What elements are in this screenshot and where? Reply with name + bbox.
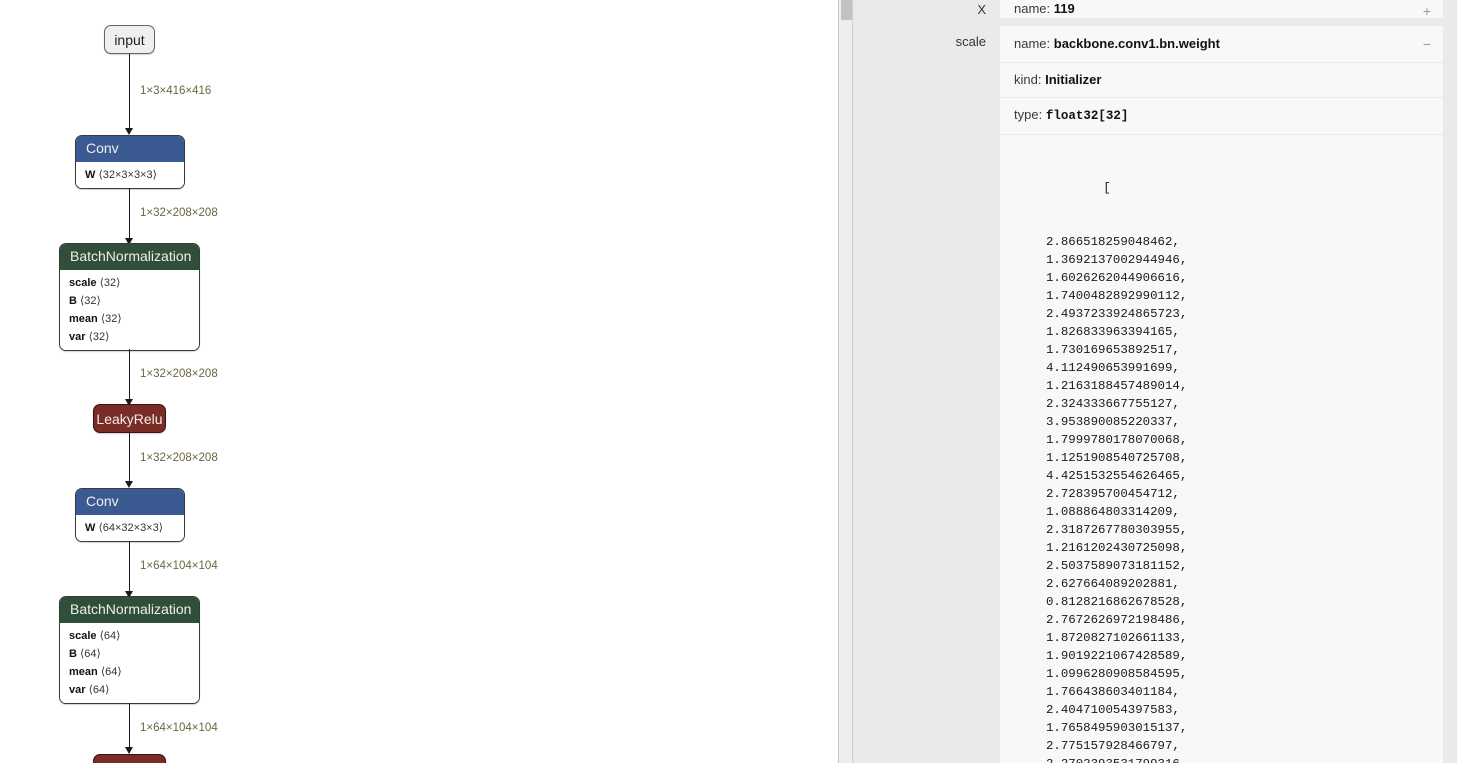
attr-name: W [85, 522, 96, 534]
attr-name: W [85, 169, 96, 181]
sidebar-content: X name: 119 + scale name: backbone.conv1… [854, 0, 1457, 763]
property-value: backbone.conv1.bn.weight [1053, 36, 1220, 51]
graph-edge-label: 1×32×208×208 [140, 368, 218, 380]
node-attr: mean ⟨64⟩ [60, 663, 199, 681]
property-row-type: type: float32[32] [1000, 98, 1443, 135]
node-attr: scale ⟨32⟩ [60, 274, 199, 292]
node-title: BatchNormalization [60, 244, 199, 270]
graph-node-batchnorm-2[interactable]: BatchNormalization scale ⟨64⟩ B ⟨64⟩ mea… [59, 596, 200, 704]
sidebar-scrollbar-thumb[interactable] [841, 0, 852, 20]
graph-edge-label: 1×32×208×208 [140, 207, 218, 219]
property-row-name: name: backbone.conv1.bn.weight − [1000, 26, 1443, 63]
node-attr: W ⟨32×3×3×3⟩ [76, 166, 184, 184]
property-key: type: [1014, 107, 1043, 122]
attr-name: scale [69, 630, 97, 642]
graph-edge-arrow [125, 481, 133, 488]
node-title: BatchNormalization [60, 597, 199, 623]
node-title: Conv [76, 489, 184, 515]
graph-edge-arrow [125, 747, 133, 754]
graph-canvas[interactable]: input 1×3×416×416 Conv W ⟨32×3×3×3⟩ 1×32… [0, 0, 838, 763]
property-value: Initializer [1045, 72, 1102, 87]
sidebar-scrollbar[interactable] [839, 0, 853, 763]
property-key: kind: [1014, 72, 1042, 87]
attr-name: B [69, 295, 77, 307]
node-attr: mean ⟨32⟩ [60, 310, 199, 328]
graph-edge-line [129, 541, 130, 598]
graph-edge-line [129, 188, 130, 245]
graph-edge-label: 1×32×208×208 [140, 452, 218, 464]
graph-node-leakyrelu-1[interactable]: LeakyRelu [93, 404, 166, 433]
property-key: name: [1014, 1, 1051, 16]
save-floppy-icon[interactable] [1414, 143, 1431, 160]
graph-edge-line [129, 433, 130, 485]
attr-dims: ⟨32×3×3×3⟩ [98, 169, 157, 181]
attr-name: scale [69, 277, 97, 289]
attr-name: var [69, 684, 86, 696]
property-value: float32[32] [1045, 109, 1129, 123]
graph-edge-label: 1×64×104×104 [140, 560, 218, 572]
property-row-name: name: 119 + [1000, 0, 1443, 18]
node-title: LeakyRelu [96, 410, 163, 427]
property-group-scale: scale name: backbone.conv1.bn.weight − k… [854, 26, 1457, 763]
node-attr: W ⟨64×32×3×3⟩ [76, 519, 184, 537]
property-row-kind: kind: Initializer [1000, 63, 1443, 98]
attr-dims: ⟨64⟩ [88, 684, 110, 696]
attr-dims: ⟨32⟩ [100, 313, 122, 325]
tensor-bracket-open: [ [1103, 181, 1111, 195]
attr-dims: ⟨64⟩ [100, 666, 122, 678]
property-value: 119 [1053, 1, 1075, 16]
attr-name: mean [69, 313, 98, 325]
attr-dims: ⟨32⟩ [99, 277, 121, 289]
attr-dims: ⟨64×32×3×3⟩ [98, 522, 164, 534]
node-attr: B ⟨64⟩ [60, 645, 199, 663]
graph-edge-line [129, 54, 130, 133]
attr-dims: ⟨32⟩ [88, 331, 110, 343]
graph-edge-label: 1×3×416×416 [140, 85, 212, 97]
property-group-label: X [977, 2, 986, 17]
attr-name: mean [69, 666, 98, 678]
node-attr: var ⟨64⟩ [60, 681, 199, 699]
attr-dims: ⟨32⟩ [80, 295, 101, 307]
expand-toggle-button[interactable]: + [1420, 4, 1434, 18]
property-key: name: [1014, 36, 1051, 51]
property-group-label: scale [955, 34, 986, 49]
graph-edge-line [129, 703, 130, 753]
tensor-value-block: [ 2.866518259048462, 1.3692137002944946,… [1000, 135, 1443, 763]
attr-name: var [69, 331, 86, 343]
graph-node-conv-2[interactable]: Conv W ⟨64×32×3×3⟩ [75, 488, 185, 542]
attr-name: B [69, 648, 77, 660]
graph-node-conv-1[interactable]: Conv W ⟨32×3×3×3⟩ [75, 135, 185, 189]
tensor-values: 2.866518259048462, 1.3692137002944946, 1… [1046, 235, 1188, 763]
graph-node-input[interactable]: input [104, 25, 155, 54]
graph-edge-arrow [125, 128, 133, 135]
graph-node-leakyrelu-2[interactable]: LeakyRelu [93, 754, 166, 763]
attr-dims: ⟨64⟩ [99, 630, 121, 642]
node-attr: var ⟨32⟩ [60, 328, 199, 346]
properties-sidebar: X name: 119 + scale name: backbone.conv1… [838, 0, 1457, 763]
property-group-x: X name: 119 + [854, 0, 1457, 18]
attr-dims: ⟨64⟩ [80, 648, 101, 660]
node-attr: B ⟨32⟩ [60, 292, 199, 310]
graph-node-batchnorm-1[interactable]: BatchNormalization scale ⟨32⟩ B ⟨32⟩ mea… [59, 243, 200, 351]
graph-edge-label: 1×64×104×104 [140, 722, 218, 734]
node-attr: scale ⟨64⟩ [60, 627, 199, 645]
collapse-toggle-button[interactable]: − [1420, 37, 1434, 51]
graph-edge-line [129, 349, 130, 406]
node-title: input [114, 31, 145, 48]
node-title: Conv [76, 136, 184, 162]
app-root: input 1×3×416×416 Conv W ⟨32×3×3×3⟩ 1×32… [0, 0, 1457, 763]
